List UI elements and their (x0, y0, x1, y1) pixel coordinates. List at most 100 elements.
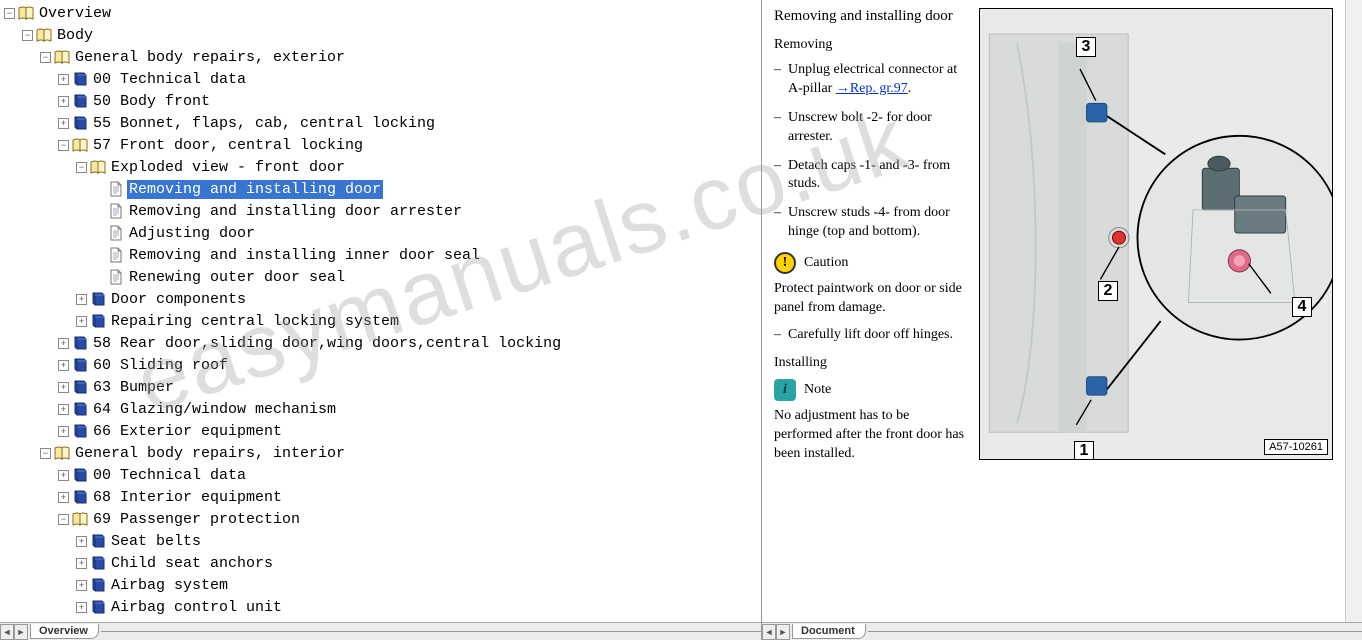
expand-toggle[interactable]: + (58, 74, 69, 85)
tree-node-label[interactable]: General body repairs, exterior (73, 48, 347, 67)
expand-toggle[interactable]: + (76, 294, 87, 305)
tree-node[interactable]: − 57 Front door, central locking (4, 134, 761, 156)
tree-node-label[interactable]: 63 Bumper (91, 378, 176, 397)
tree-node-label[interactable]: General body repairs, interior (73, 444, 347, 463)
page-icon (108, 181, 124, 197)
expand-toggle[interactable]: + (58, 96, 69, 107)
right-scrollbar[interactable] (1345, 0, 1362, 622)
expand-toggle[interactable]: + (76, 580, 87, 591)
tree-node[interactable]: + Airbag control unit (4, 596, 761, 618)
expand-toggle[interactable]: + (76, 536, 87, 547)
tree-node[interactable]: +60 Sliding roof (4, 354, 761, 376)
tree-node[interactable]: − Body (4, 24, 761, 46)
tab-overview[interactable]: Overview (30, 624, 99, 639)
tab-prev-button[interactable]: ◄ (762, 624, 776, 640)
rep-group-link[interactable]: →Rep. gr.97 (836, 81, 908, 96)
tree-node[interactable]: + Door components (4, 288, 761, 310)
tree-node[interactable]: +55 Bonnet, flaps, cab, central locking (4, 112, 761, 134)
tree-node-label[interactable]: Adjusting door (127, 224, 257, 243)
tree-node-label[interactable]: Removing and installing door arrester (127, 202, 464, 221)
tree-node[interactable]: Removing and installing door arrester (4, 200, 761, 222)
tree-node-label[interactable]: 68 Interior equipment (91, 488, 284, 507)
tree-node[interactable]: − Exploded view - front door (4, 156, 761, 178)
tree-node-label[interactable]: Door components (109, 290, 248, 309)
tree-node-label[interactable]: 58 Rear door,sliding door,wing doors,cen… (91, 334, 563, 353)
expand-toggle[interactable]: + (76, 558, 87, 569)
tree-node[interactable]: Removing and installing inner door seal (4, 244, 761, 266)
note-label: Note (804, 382, 831, 398)
tree-node[interactable]: + Airbag system (4, 574, 761, 596)
tree-node[interactable]: +66 Exterior equipment (4, 420, 761, 442)
tree-node-label[interactable]: 69 Passenger protection (91, 510, 302, 529)
left-panel: −Overview−Body−General body repairs, ext… (0, 0, 762, 640)
callout-2: 2 (1098, 281, 1118, 301)
collapse-toggle[interactable]: − (40, 52, 51, 63)
tree-node-label[interactable]: 00 Technical data (91, 466, 248, 485)
figure: 1 2 3 4 A57-10261 (979, 8, 1333, 460)
tree-node[interactable]: − General body repairs, exterior (4, 46, 761, 68)
tree-node-label[interactable]: Airbag system (109, 576, 230, 595)
tree-node[interactable]: Adjusting door (4, 222, 761, 244)
tree-node[interactable]: − 69 Passenger protection (4, 508, 761, 530)
tree-node-label[interactable]: Removing and installing door (127, 180, 383, 199)
book-icon (72, 357, 88, 373)
expand-toggle[interactable]: + (58, 118, 69, 129)
expand-toggle[interactable]: + (58, 470, 69, 481)
expand-toggle[interactable]: + (76, 602, 87, 613)
expand-toggle[interactable]: + (76, 316, 87, 327)
collapse-toggle[interactable]: − (58, 140, 69, 151)
tree-node-label[interactable]: 66 Exterior equipment (91, 422, 284, 441)
tab-next-button[interactable]: ► (776, 624, 790, 640)
expand-toggle[interactable]: + (58, 404, 69, 415)
tree-node[interactable]: Renewing outer door seal (4, 266, 761, 288)
tree-node[interactable]: +00 Technical data (4, 464, 761, 486)
tree-node[interactable]: + Child seat anchors (4, 552, 761, 574)
tree-node[interactable]: − Overview (4, 2, 761, 24)
doc-title: Removing and installing door (774, 8, 969, 25)
tree-node-label[interactable]: 60 Sliding roof (91, 356, 230, 375)
tab-next-button[interactable]: ► (14, 624, 28, 640)
tree-node-label[interactable]: 50 Body front (91, 92, 212, 111)
tree-node[interactable]: + Seat belts (4, 530, 761, 552)
collapse-toggle[interactable]: − (76, 162, 87, 173)
expand-toggle[interactable]: + (58, 338, 69, 349)
tree-node[interactable]: + Repairing central locking system (4, 310, 761, 332)
expand-toggle[interactable]: + (58, 382, 69, 393)
tree-node-label[interactable]: Airbag control unit (109, 598, 284, 617)
tree-node-label[interactable]: Repairing central locking system (109, 312, 401, 331)
tab-document[interactable]: Document (792, 624, 866, 639)
nav-tree[interactable]: −Overview−Body−General body repairs, ext… (0, 0, 761, 622)
tree-node-label[interactable]: Body (55, 26, 95, 45)
book-icon (72, 489, 88, 505)
expand-toggle[interactable]: + (58, 426, 69, 437)
tree-node[interactable]: Removing and installing door (4, 178, 761, 200)
tree-node[interactable]: +64 Glazing/window mechanism (4, 398, 761, 420)
tree-node-label[interactable]: Seat belts (109, 532, 203, 551)
tree-node-label[interactable]: 55 Bonnet, flaps, cab, central locking (91, 114, 437, 133)
book-icon (72, 335, 88, 351)
tree-node-label[interactable]: 00 Technical data (91, 70, 248, 89)
collapse-toggle[interactable]: − (22, 30, 33, 41)
collapse-toggle[interactable]: − (58, 514, 69, 525)
tree-node[interactable]: +50 Body front (4, 90, 761, 112)
tree-node-label[interactable]: Removing and installing inner door seal (127, 246, 482, 265)
tree-node-label[interactable]: Exploded view - front door (109, 158, 347, 177)
tree-node-label[interactable]: 57 Front door, central locking (91, 136, 365, 155)
caution-icon: ! (774, 252, 796, 274)
collapse-toggle[interactable]: − (40, 448, 51, 459)
tree-node-label[interactable]: Renewing outer door seal (127, 268, 347, 287)
tree-node[interactable]: +68 Interior equipment (4, 486, 761, 508)
left-tab-bar: ◄ ► Overview (0, 622, 761, 640)
tree-node-label[interactable]: Overview (37, 4, 113, 23)
collapse-toggle[interactable]: − (4, 8, 15, 19)
tab-prev-button[interactable]: ◄ (0, 624, 14, 640)
expand-toggle[interactable]: + (58, 360, 69, 371)
expand-toggle[interactable]: + (58, 492, 69, 503)
tree-node[interactable]: +58 Rear door,sliding door,wing doors,ce… (4, 332, 761, 354)
tree-node-label[interactable]: 64 Glazing/window mechanism (91, 400, 338, 419)
tree-node[interactable]: +00 Technical data (4, 68, 761, 90)
tree-node[interactable]: +63 Bumper (4, 376, 761, 398)
book-icon (72, 71, 88, 87)
tree-node[interactable]: − General body repairs, interior (4, 442, 761, 464)
tree-node-label[interactable]: Child seat anchors (109, 554, 275, 573)
